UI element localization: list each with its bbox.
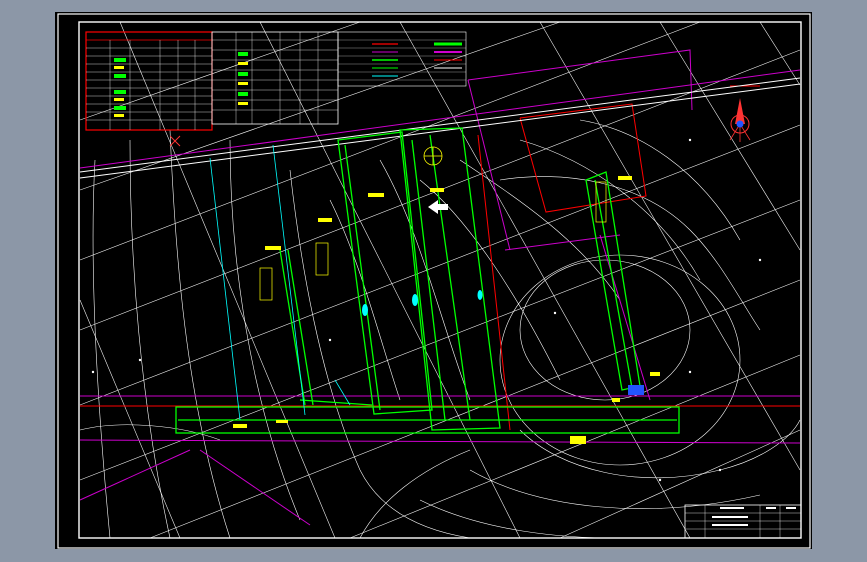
cad-drawing <box>55 12 812 549</box>
blue-marker <box>628 385 644 395</box>
compass-circle-icon <box>423 146 443 166</box>
